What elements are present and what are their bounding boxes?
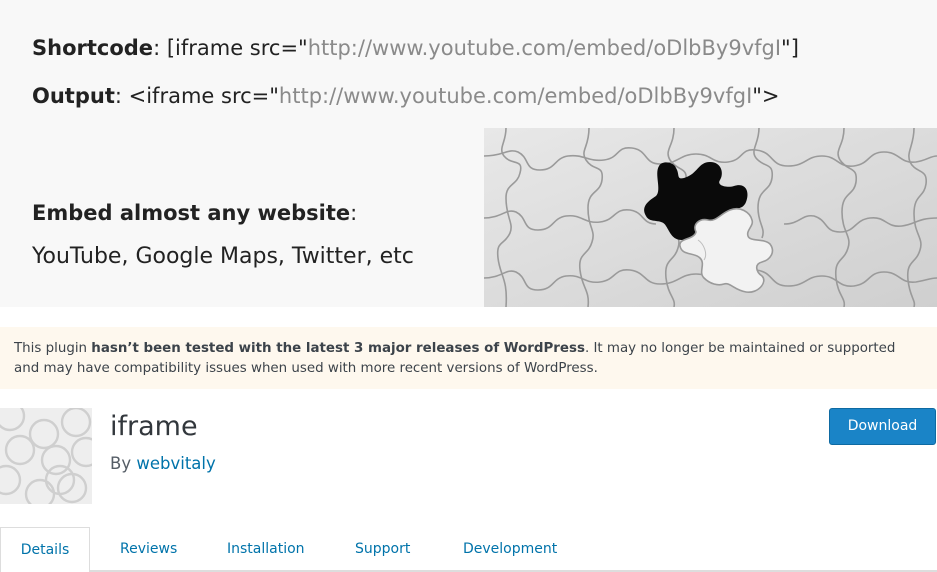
plugin-title: iframe [110, 411, 198, 442]
output-url: http://www.youtube.com/embed/oDlbBy9vfgI [278, 84, 753, 108]
shortcode-prefix: : [iframe src=" [153, 36, 308, 60]
shortcode-line: Shortcode: [iframe src="http://www.youtu… [32, 36, 799, 60]
plugin-banner: Shortcode: [iframe src="http://www.youtu… [0, 0, 937, 307]
plugin-by-prefix: By [110, 454, 137, 473]
output-suffix: "> [752, 84, 780, 108]
shortcode-suffix: "] [781, 36, 799, 60]
output-line: Output: <iframe src="http://www.youtube.… [32, 84, 780, 108]
plugin-icon [0, 408, 92, 504]
embed-heading-text: Embed almost any website [32, 201, 351, 225]
plugin-author-link[interactable]: webvitaly [136, 454, 215, 473]
notice-text-before: This plugin [14, 341, 92, 356]
output-prefix: : <iframe src=" [114, 84, 279, 108]
tab-reviews[interactable]: Reviews [120, 527, 177, 572]
output-label: Output [32, 84, 115, 108]
shortcode-label: Shortcode [32, 36, 154, 60]
tab-development[interactable]: Development [463, 527, 557, 572]
embed-heading-colon: : [350, 201, 358, 225]
plugin-author-line: By webvitaly [110, 454, 216, 473]
shortcode-url: http://www.youtube.com/embed/oDlbBy9vfgI [307, 36, 782, 60]
tab-details[interactable]: Details [0, 527, 90, 572]
embed-heading: Embed almost any website: [32, 201, 357, 225]
embed-examples: YouTube, Google Maps, Twitter, etc [32, 244, 414, 269]
notice-text-strong: hasn’t been tested with the latest 3 maj… [91, 341, 585, 356]
tab-support[interactable]: Support [355, 527, 410, 572]
puzzle-image [484, 128, 937, 307]
download-button[interactable]: Download [829, 408, 936, 445]
tab-installation[interactable]: Installation [227, 527, 305, 572]
compatibility-notice: This plugin hasn’t been tested with the … [0, 327, 937, 389]
